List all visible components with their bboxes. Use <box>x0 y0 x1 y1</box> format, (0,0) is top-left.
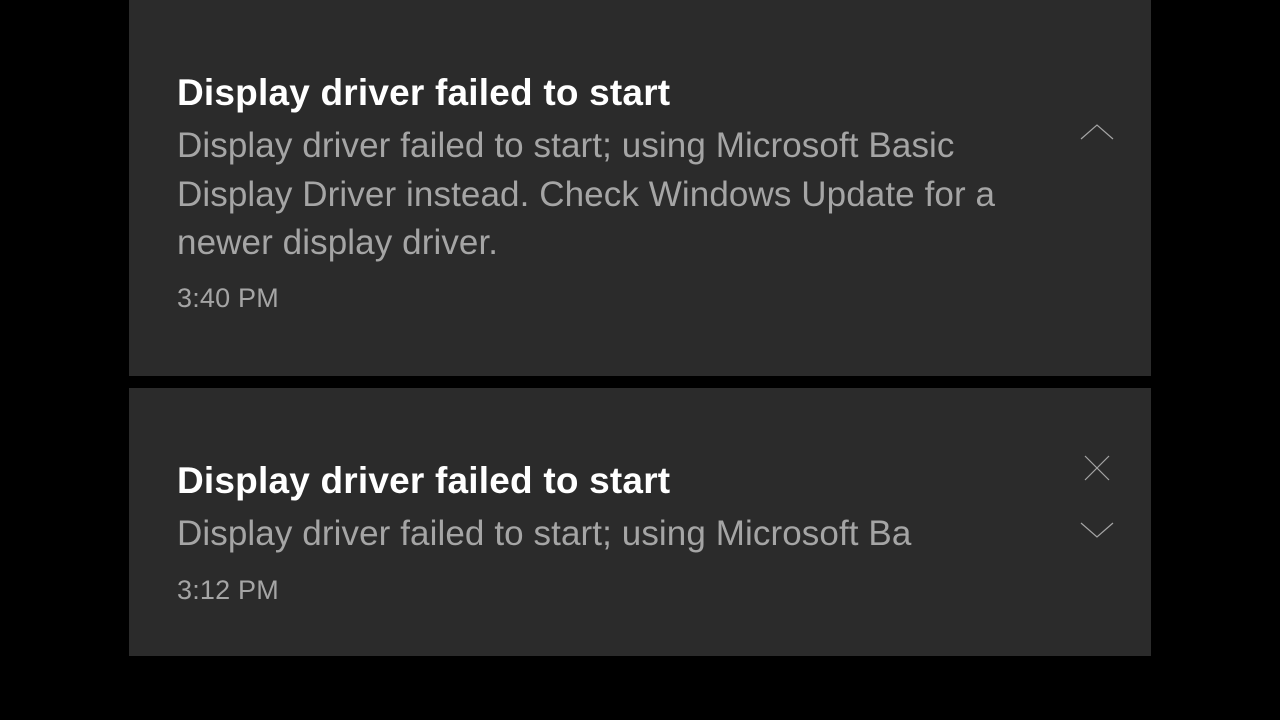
notification-actions <box>1077 450 1117 552</box>
notification-title: Display driver failed to start <box>177 458 1103 504</box>
notification-body: Display driver failed to start; using Mi… <box>177 510 977 558</box>
expand-button[interactable] <box>1077 512 1117 552</box>
notification-time: 3:40 PM <box>177 283 1103 314</box>
collapse-button[interactable] <box>1077 114 1117 154</box>
close-icon <box>1083 454 1111 487</box>
chevron-down-icon <box>1079 519 1115 546</box>
notification-card[interactable]: Display driver failed to start Display d… <box>129 388 1151 656</box>
notification-panel: Display driver failed to start Display d… <box>129 0 1151 656</box>
notification-actions <box>1077 114 1117 154</box>
notification-body: Display driver failed to start; using Mi… <box>177 122 1007 267</box>
dismiss-button[interactable] <box>1077 450 1117 490</box>
notification-title: Display driver failed to start <box>177 70 1103 116</box>
chevron-up-icon <box>1079 121 1115 148</box>
notification-time: 3:12 PM <box>177 575 1103 606</box>
notification-card[interactable]: Display driver failed to start Display d… <box>129 0 1151 376</box>
